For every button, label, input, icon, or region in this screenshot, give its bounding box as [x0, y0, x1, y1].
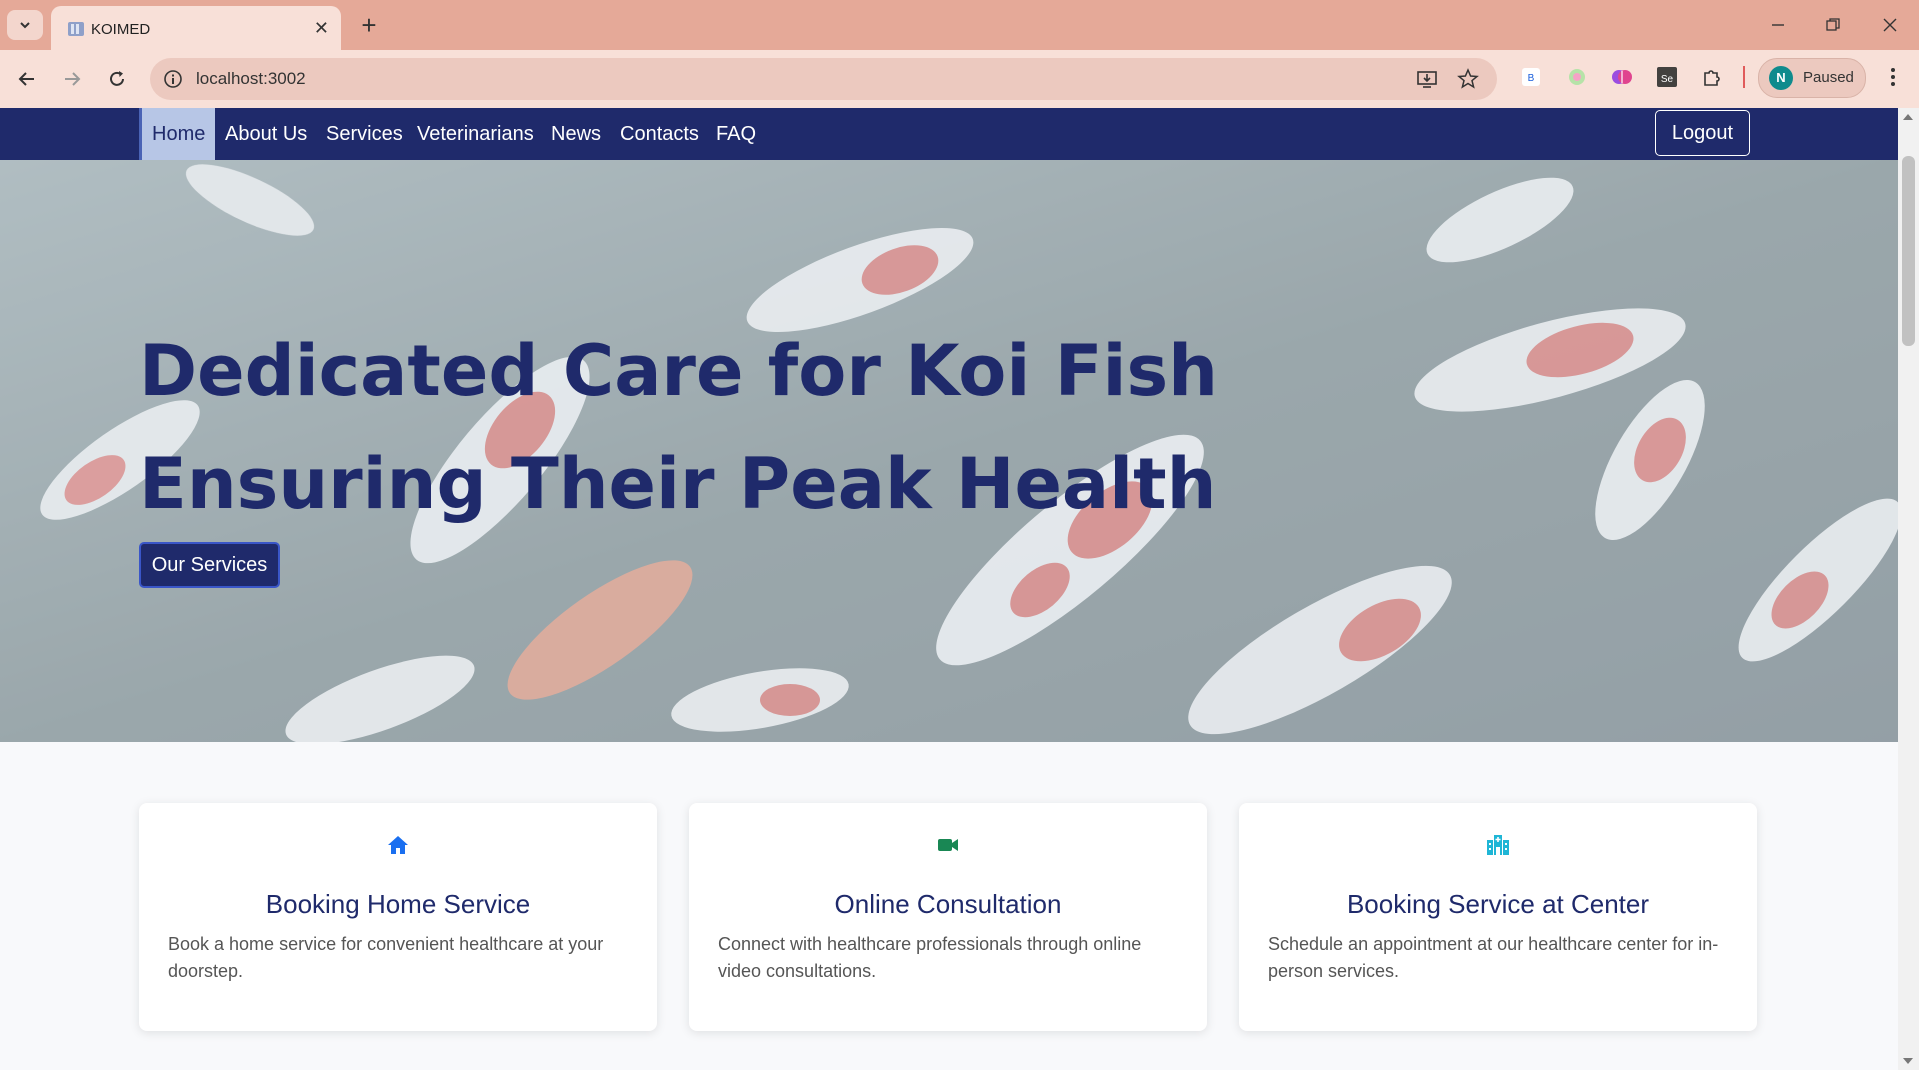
our-services-button[interactable]: Our Services — [139, 542, 280, 588]
browser-tabstrip: KOIMED ✕ + — [0, 0, 1919, 50]
nav-faq[interactable]: FAQ — [706, 108, 766, 160]
hero-title-line1: Dedicated Care for Koi Fish — [139, 330, 1219, 412]
avatar: N — [1769, 66, 1793, 90]
service-card-online[interactable]: Online Consultation Connect with healthc… — [689, 803, 1207, 1031]
minimize-window-button[interactable] — [1758, 10, 1798, 40]
color-picker-icon[interactable] — [1564, 64, 1590, 90]
tab-title: KOIMED — [91, 21, 151, 38]
tab-close-icon[interactable]: ✕ — [314, 18, 329, 38]
profile-button[interactable]: N Paused — [1758, 58, 1866, 98]
service-card-description: Schedule an appointment at our healthcar… — [1268, 934, 1719, 981]
svg-text:B: B — [1528, 73, 1535, 84]
service-card-home[interactable]: Booking Home Service Book a home service… — [139, 803, 657, 1031]
scroll-down-arrow-icon[interactable] — [1903, 1058, 1913, 1064]
url-text[interactable]: localhost:3002 — [196, 69, 306, 89]
nav-services[interactable]: Services — [316, 108, 413, 160]
video-camera-icon — [938, 839, 958, 851]
back-button[interactable] — [12, 64, 42, 94]
nav-news[interactable]: News — [541, 108, 611, 160]
bookmark-star-icon[interactable] — [1457, 68, 1479, 90]
browser-tab-active[interactable]: KOIMED ✕ — [51, 6, 341, 50]
nav-contacts[interactable]: Contacts — [610, 108, 709, 160]
hero-banner: Dedicated Care for Koi Fish Ensuring The… — [0, 160, 1898, 742]
new-tab-button[interactable]: + — [353, 9, 385, 41]
reload-button[interactable] — [102, 64, 132, 94]
logout-button[interactable]: Logout — [1655, 110, 1750, 156]
service-card-description: Connect with healthcare professionals th… — [718, 934, 1142, 981]
hero-title: Dedicated Care for Koi Fish Ensuring The… — [139, 315, 1218, 541]
bitwarden-icon[interactable]: B — [1518, 64, 1544, 90]
nav-veterinarians[interactable]: Veterinarians — [407, 108, 544, 160]
toolbar-divider — [1743, 66, 1745, 88]
koimed-favicon-icon — [68, 22, 84, 36]
page-viewport: Home About Us Services Veterinarians New… — [0, 108, 1898, 1070]
service-card-title: Booking Service at Center — [1346, 889, 1650, 919]
site-info-icon[interactable] — [163, 69, 183, 89]
forward-button[interactable] — [57, 64, 87, 94]
address-bar[interactable]: localhost:3002 — [150, 58, 1497, 100]
hospital-building-icon — [1487, 835, 1509, 855]
profile-status: Paused — [1803, 69, 1854, 86]
service-card-description: Book a home service for convenient healt… — [168, 934, 604, 981]
arrow-left-icon — [18, 72, 34, 86]
scroll-up-arrow-icon[interactable] — [1903, 114, 1913, 120]
nav-home[interactable]: Home — [139, 108, 215, 160]
service-card-title: Online Consultation — [834, 889, 1062, 919]
selenium-icon[interactable]: Se — [1654, 64, 1680, 90]
nav-about-us[interactable]: About Us — [215, 108, 317, 160]
close-window-button[interactable] — [1870, 10, 1910, 40]
tab-search-button[interactable] — [7, 10, 43, 40]
brain-icon[interactable] — [1609, 64, 1635, 90]
page-scrollbar[interactable] — [1898, 108, 1919, 1070]
scrollbar-thumb[interactable] — [1902, 156, 1915, 346]
more-vertical-icon — [1891, 68, 1895, 86]
service-card-center[interactable]: Booking Service at Center Schedule an ap… — [1239, 803, 1757, 1031]
svg-text:Se: Se — [1661, 74, 1674, 85]
hero-title-line2: Ensuring Their Peak Health — [139, 443, 1217, 525]
puzzle-icon[interactable] — [1699, 64, 1725, 90]
minimize-icon — [1772, 24, 1784, 26]
browser-menu-button[interactable] — [1880, 64, 1906, 90]
restore-icon — [1826, 18, 1840, 31]
restore-window-button[interactable] — [1813, 10, 1853, 40]
reload-icon — [110, 71, 124, 86]
arrow-right-icon — [65, 72, 81, 86]
home-icon — [388, 836, 408, 854]
install-app-icon[interactable] — [1416, 68, 1438, 90]
close-icon — [1883, 18, 1897, 32]
service-card-title: Booking Home Service — [265, 889, 531, 919]
site-navbar: Home About Us Services Veterinarians New… — [0, 108, 1898, 160]
chevron-down-icon — [20, 22, 30, 29]
